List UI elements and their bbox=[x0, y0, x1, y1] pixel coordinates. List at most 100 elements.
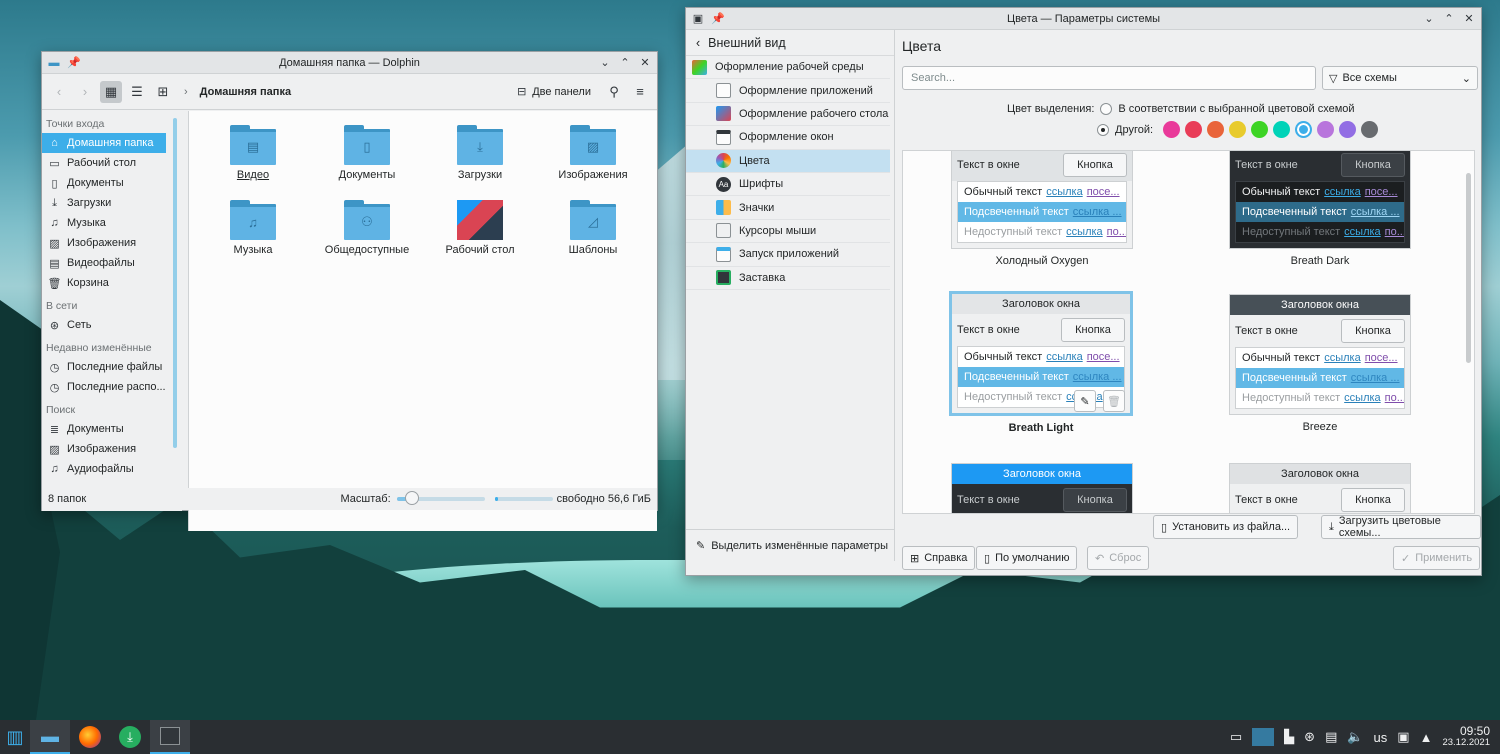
place-recent-files[interactable]: ◷ Последние файлы bbox=[42, 357, 182, 377]
accent-color-swatch[interactable] bbox=[1163, 121, 1181, 138]
accent-color-swatch[interactable] bbox=[1361, 121, 1379, 138]
place-desktop[interactable]: ▭ Рабочий стол bbox=[42, 153, 182, 173]
icons-view-icon[interactable]: ▦ bbox=[100, 80, 122, 103]
scheme-card[interactable]: Текст в окне Кнопка Обычный текст ссылка по… bbox=[951, 151, 1133, 267]
clipboard-icon[interactable]: ▙ bbox=[1284, 729, 1294, 745]
folder-item[interactable]: ◿ Шаблоны bbox=[543, 200, 643, 256]
split-button[interactable]: ⊟ Две панели bbox=[515, 85, 591, 99]
dolphin-titlebar[interactable]: ▬ 📌 Домашняя папка — Dolphin ⌄ ⌃ ✕ bbox=[42, 52, 657, 74]
scheme-card[interactable]: Заголовок окна Текст в окне Кнопка bbox=[951, 463, 1133, 513]
search-documents[interactable]: ≣ Документы bbox=[42, 419, 182, 439]
settings-titlebar[interactable]: ▣ 📌 Цвета — Параметры системы ⌄ ⌃ ✕ bbox=[686, 8, 1481, 30]
edit-pencil-icon[interactable]: ✎ bbox=[1074, 390, 1096, 412]
close-icon[interactable]: ✕ bbox=[1461, 11, 1477, 27]
defaults-button[interactable]: ▯ По умолчанию bbox=[976, 546, 1078, 570]
search-images[interactable]: ▨ Изображения bbox=[42, 439, 182, 459]
window-icon[interactable]: ▭ bbox=[1230, 729, 1242, 745]
volume-icon[interactable]: 🔈 bbox=[1347, 729, 1363, 745]
reset-button[interactable]: ↶ Сброс bbox=[1087, 546, 1150, 570]
back-button[interactable]: ‹ Внешний вид bbox=[686, 30, 894, 56]
firefox-icon[interactable] bbox=[70, 720, 110, 754]
pin-icon[interactable]: 📌 bbox=[710, 11, 726, 27]
pin-icon[interactable]: 📌 bbox=[66, 55, 82, 71]
category-fonts[interactable]: Aa Шрифты bbox=[686, 173, 890, 197]
help-button[interactable]: ⊞ Справка bbox=[902, 546, 976, 570]
accent-from-scheme-radio[interactable] bbox=[1100, 103, 1113, 115]
accent-custom-radio[interactable] bbox=[1097, 123, 1109, 136]
category-plasma-style[interactable]: Оформление рабочего стола bbox=[686, 103, 890, 127]
folder-item[interactable]: ⚇ Общедоступные bbox=[317, 200, 417, 256]
folder-item[interactable]: ▤ Видео bbox=[203, 125, 303, 181]
get-new-schemes-button[interactable]: ⤓ Загрузить цветовые схемы... bbox=[1321, 515, 1481, 539]
install-from-file-button[interactable]: ▯ Установить из файла... bbox=[1153, 515, 1299, 539]
hamburger-menu-icon[interactable]: ≡ bbox=[629, 81, 651, 103]
accent-color-swatch[interactable] bbox=[1317, 121, 1335, 138]
place-trash[interactable]: 🗑 Корзина bbox=[42, 273, 182, 293]
accent-color-swatch[interactable] bbox=[1339, 121, 1357, 138]
zoom-slider-knob[interactable] bbox=[405, 491, 420, 505]
breadcrumb[interactable]: Домашняя папка bbox=[200, 86, 291, 98]
search-input[interactable]: Search... bbox=[902, 66, 1316, 90]
zoom-slider[interactable] bbox=[396, 491, 485, 505]
category-splash-screen[interactable]: Заставка bbox=[686, 267, 890, 290]
category-cursors[interactable]: Курсоры мыши bbox=[686, 220, 890, 244]
category-colors[interactable]: Цвета bbox=[686, 149, 890, 173]
place-music[interactable]: ♫ Музыка bbox=[42, 213, 182, 233]
clock[interactable]: 09:50 23.12.2021 bbox=[1442, 724, 1490, 749]
category-global-theme[interactable]: Оформление рабочей среды bbox=[686, 56, 890, 80]
place-home[interactable]: ⌂ Домашняя папка bbox=[42, 133, 166, 153]
dolphin-task-icon[interactable]: ▬ bbox=[30, 720, 70, 754]
updates-icon[interactable]: ⊛ bbox=[1304, 729, 1315, 745]
accent-color-swatch[interactable] bbox=[1251, 121, 1269, 138]
folder-item[interactable]: ♫ Музыка bbox=[203, 200, 303, 256]
folder-item[interactable]: Рабочий стол bbox=[430, 200, 530, 256]
network-icon[interactable]: ▣ bbox=[1397, 729, 1409, 745]
app-launcher-icon[interactable]: ▥ bbox=[0, 720, 30, 754]
chevron-down-icon[interactable]: ⌄ bbox=[597, 55, 613, 71]
category-window-decorations[interactable]: Оформление окон bbox=[686, 126, 890, 150]
place-recent-locations[interactable]: ◷ Последние распо... bbox=[42, 377, 182, 397]
place-pictures[interactable]: ▨ Изображения bbox=[42, 233, 182, 253]
tray-expand-icon[interactable]: ▲ bbox=[1420, 730, 1433, 745]
discover-download-icon[interactable]: ⤓ bbox=[110, 720, 150, 754]
category-icons[interactable]: Значки bbox=[686, 196, 890, 220]
battery-icon[interactable]: ▤ bbox=[1325, 729, 1337, 745]
place-network[interactable]: ⊛ Сеть bbox=[42, 315, 182, 335]
folder-item[interactable]: ▯ Документы bbox=[317, 125, 417, 181]
accent-color-swatch[interactable] bbox=[1207, 121, 1225, 138]
folder-item[interactable]: ⤓ Загрузки bbox=[430, 125, 530, 181]
back-arrow-icon[interactable]: ‹ bbox=[48, 81, 70, 103]
forward-arrow-icon[interactable]: › bbox=[74, 81, 96, 103]
tree-view-icon[interactable]: ⊞ bbox=[152, 81, 174, 103]
grid-scrollbar[interactable] bbox=[1466, 173, 1471, 363]
search-icon[interactable]: ⚲ bbox=[603, 81, 625, 103]
scheme-card[interactable]: Текст в окне Кнопка Обычный текст ссылка по… bbox=[1229, 151, 1411, 267]
accent-color-swatch[interactable] bbox=[1185, 121, 1203, 138]
delete-trash-icon[interactable]: 🗑 bbox=[1103, 390, 1125, 412]
place-videos[interactable]: ▤ Видеофайлы bbox=[42, 253, 182, 273]
accent-color-swatch[interactable] bbox=[1295, 121, 1313, 138]
accent-color-swatch[interactable] bbox=[1273, 121, 1291, 138]
place-downloads[interactable]: ⤓ Загрузки bbox=[42, 193, 182, 213]
folder-item[interactable]: ▨ Изображения bbox=[543, 125, 643, 181]
keyboard-layout[interactable]: us bbox=[1374, 730, 1388, 745]
pager-icon[interactable] bbox=[1252, 728, 1275, 746]
scheme-card[interactable]: Заголовок окна Текст в окне Кнопка bbox=[1229, 463, 1411, 513]
category-app-style[interactable]: Оформление приложений bbox=[686, 79, 890, 103]
search-audio[interactable]: ♫ Аудиофайлы bbox=[42, 459, 182, 479]
chevron-down-icon[interactable]: ⌄ bbox=[1421, 11, 1437, 27]
maximize-icon[interactable]: ⌃ bbox=[617, 55, 633, 71]
apply-button[interactable]: ✓ Применить bbox=[1393, 546, 1481, 570]
places-scrollbar[interactable] bbox=[173, 118, 177, 448]
scheme-filter-select[interactable]: ▽ Все схемы ⌄ bbox=[1322, 66, 1478, 90]
maximize-icon[interactable]: ⌃ bbox=[1441, 11, 1457, 27]
compact-view-icon[interactable]: ☰ bbox=[126, 81, 148, 103]
scheme-card[interactable]: Заголовок окна Текст в окне Кнопка Обычны… bbox=[1229, 294, 1411, 433]
category-launch-feedback[interactable]: Запуск приложений bbox=[686, 243, 890, 267]
scheme-card-selected[interactable]: Заголовок окна Текст в окне Кнопка Обычны… bbox=[949, 291, 1133, 434]
highlight-changed-button[interactable]: ✎ Выделить изменённые параметры bbox=[686, 529, 895, 561]
place-documents[interactable]: ▯ Документы bbox=[42, 173, 182, 193]
settings-task-icon[interactable] bbox=[150, 720, 190, 754]
accent-color-swatch[interactable] bbox=[1229, 121, 1247, 138]
close-icon[interactable]: ✕ bbox=[637, 55, 653, 71]
